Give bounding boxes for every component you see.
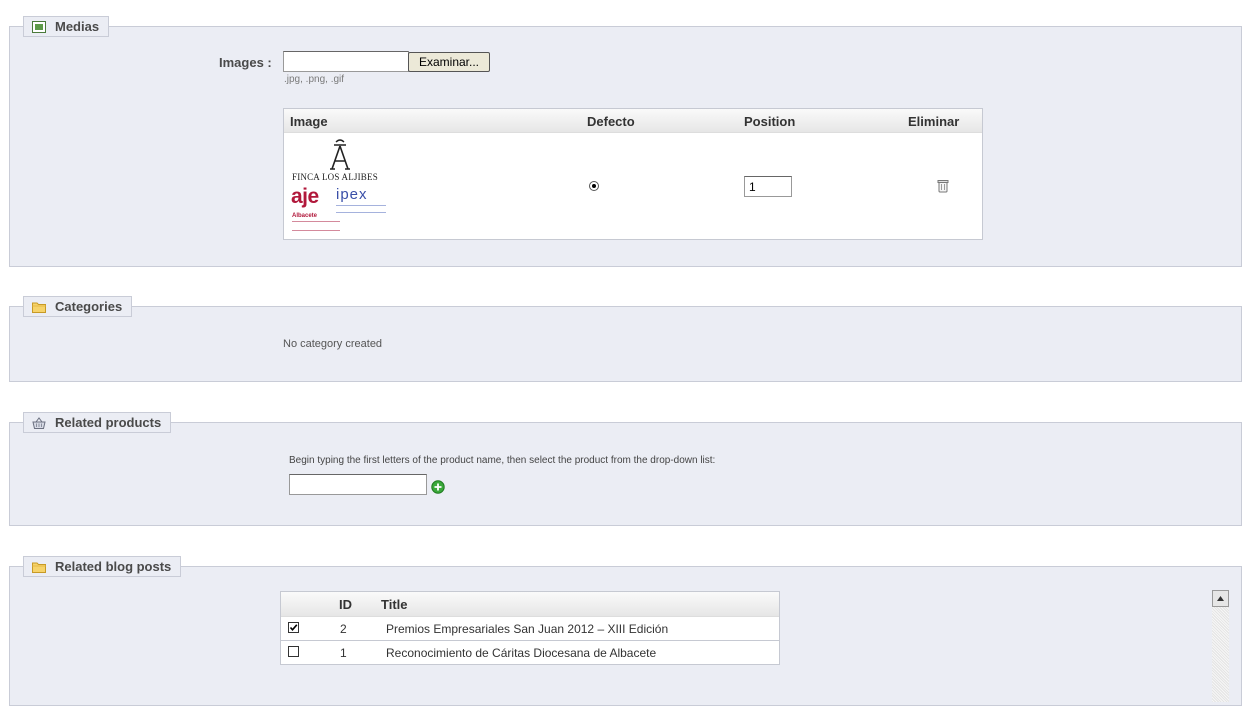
scroll-up-button[interactable] [1212,590,1229,607]
logo-city: Albacete [292,213,318,219]
related-products-instructions: Begin typing the first letters of the pr… [289,455,716,466]
folder-icon [32,301,46,313]
header-image: Image [290,114,328,129]
image-thumbnail: FINCA LOS ALJIBES aje ipex Albacete [290,137,390,235]
position-input[interactable] [744,176,792,197]
related-products-legend: Related products [23,412,172,433]
medias-legend: Medias [23,16,110,37]
logo-aje: aje [291,185,319,208]
logo-title: FINCA LOS ALJIBES [292,172,378,182]
categories-legend: Categories [23,296,133,317]
related-blog-posts-legend: Related blog posts [23,556,182,577]
related-blog-posts-legend-label: Related blog posts [55,559,172,574]
browse-button[interactable]: Examinar... [408,52,490,72]
medias-legend-label: Medias [55,19,100,34]
blog-posts-table-header [281,592,779,617]
image-file-input[interactable] [283,51,409,72]
default-radio[interactable] [589,181,599,191]
images-label: Images : [219,55,272,70]
logo-crest-icon [330,139,350,170]
post-title: Premios Empresariales San Juan 2012 – XI… [386,622,669,636]
no-category-text: No category created [283,338,383,350]
logo-ipex-subtitle [336,205,386,213]
header-id: ID [339,597,352,612]
images-table: Image Defecto Position Eliminar FINCA LO… [283,108,983,240]
categories-fieldset: Categories [9,296,1242,382]
arrow-up-icon [1217,596,1224,601]
table-row: 2 Premios Empresariales San Juan 2012 – … [281,617,779,641]
categories-legend-label: Categories [55,299,123,314]
product-search-input[interactable] [289,474,427,495]
add-product-button[interactable] [431,480,445,494]
logo-ipex: ipex [336,186,368,203]
header-position: Position [744,114,796,129]
table-row: 1 Reconocimiento de Cáritas Diocesana de… [281,641,779,664]
post-checkbox[interactable] [288,622,299,633]
basket-icon [32,416,46,429]
related-products-fieldset: Related products [9,412,1242,526]
scrollbar[interactable] [1212,590,1229,702]
image-icon [32,20,46,33]
post-title: Reconocimiento de Cáritas Diocesana de A… [386,646,657,660]
header-default: Defecto [587,114,635,129]
default-radio-dot [592,184,596,188]
delete-button[interactable] [937,179,949,193]
related-products-legend-label: Related products [55,415,162,430]
logo-footer-lines [292,221,340,231]
post-id: 2 [340,622,347,636]
post-id: 1 [340,646,347,660]
header-delete: Eliminar [908,114,960,129]
check-icon [289,624,298,632]
header-title: Title [381,597,408,612]
post-checkbox[interactable] [288,646,299,657]
image-format-hint: .jpg, .png, .gif [284,74,345,85]
add-icon [431,480,445,494]
folder-icon [32,561,46,573]
trash-icon [937,180,949,193]
blog-posts-table: ID Title 2 Premios Empresariales San Jua… [280,591,780,665]
